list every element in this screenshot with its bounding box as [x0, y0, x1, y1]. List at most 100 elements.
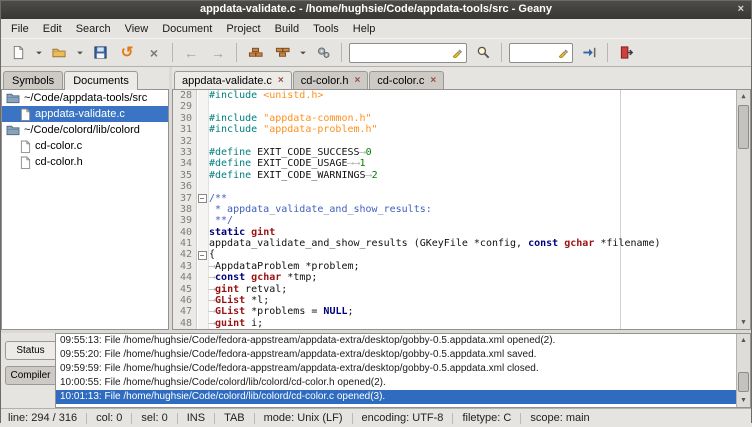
jump-to-line-button[interactable]	[576, 41, 602, 65]
code-line[interactable]: 39 **/	[173, 215, 750, 226]
scrollbar-thumb[interactable]	[738, 372, 749, 392]
code-line[interactable]: 44⟶const gchar *tmp;	[173, 272, 750, 283]
tab-close-icon[interactable]: ×	[354, 76, 360, 86]
messages-scrollbar[interactable]: ▲ ▼	[736, 334, 750, 407]
compile-button[interactable]	[242, 41, 268, 65]
code-line[interactable]: 46⟶GList *l;	[173, 295, 750, 306]
fold-toggle-icon[interactable]: −	[198, 194, 207, 203]
message-row[interactable]: 09:55:13: File /home/hughsie/Code/fedora…	[56, 334, 736, 348]
message-row[interactable]: 10:01:13: File /home/hughsie/Code/colord…	[56, 390, 736, 404]
code-line[interactable]: 45⟶gint retval;	[173, 284, 750, 295]
folder-icon	[6, 92, 20, 104]
tab-close-icon[interactable]: ×	[430, 76, 436, 86]
panel-tab-status[interactable]: Status	[5, 341, 55, 360]
menu-item-file[interactable]: File	[4, 21, 36, 37]
new-document-icon	[11, 45, 26, 60]
code-line[interactable]: 37−/**	[173, 193, 750, 204]
code-line[interactable]: 33#define EXIT_CODE_SUCCESS⟶0	[173, 147, 750, 158]
statusbar-separator	[352, 413, 353, 424]
message-row[interactable]: 09:59:59: File /home/hughsie/Code/fedora…	[56, 362, 736, 376]
tree-folder-row[interactable]: ~/Code/appdata-tools/src	[2, 90, 168, 106]
code-line[interactable]: 47⟶GList *problems = NULL;	[173, 306, 750, 317]
code-line[interactable]: 34#define EXIT_CODE_USAGE⟶⟶1	[173, 158, 750, 169]
menu-item-build[interactable]: Build	[268, 21, 306, 37]
fold-margin	[195, 136, 209, 147]
code-editor[interactable]: 28#include <unistd.h>2930#include "appda…	[172, 89, 751, 330]
execute-button[interactable]	[310, 41, 336, 65]
sidebar-tab-documents[interactable]: Documents	[64, 71, 138, 90]
quit-button[interactable]	[613, 41, 639, 65]
code-line[interactable]: 32	[173, 136, 750, 147]
code-segment: <unistd.h>	[263, 90, 323, 101]
code-line[interactable]: 42−{	[173, 249, 750, 260]
menu-item-view[interactable]: View	[118, 21, 156, 37]
open-dropdown[interactable]	[73, 41, 86, 65]
code-segment: #include	[209, 113, 263, 124]
statusbar-item: sel: 0	[141, 412, 167, 424]
menu-item-search[interactable]: Search	[69, 21, 118, 37]
code-segment: #define	[209, 147, 257, 158]
code-text: #include "appdata-common.h"	[209, 113, 372, 124]
code-line[interactable]: 31#include "appdata-problem.h"	[173, 124, 750, 135]
search-input[interactable]	[353, 45, 452, 61]
editor-scrollbar[interactable]: ▲ ▼	[736, 90, 750, 329]
code-line[interactable]: 30#include "appdata-common.h"	[173, 113, 750, 124]
scroll-down-icon[interactable]: ▼	[737, 316, 750, 329]
menu-item-help[interactable]: Help	[346, 21, 383, 37]
search-button[interactable]	[470, 41, 496, 65]
toolbar-separator	[236, 43, 237, 62]
fold-toggle-icon[interactable]: −	[198, 251, 207, 260]
scroll-up-icon[interactable]: ▲	[737, 334, 750, 347]
tree-file-row[interactable]: cd-color.h	[2, 154, 168, 170]
window-close-icon[interactable]: ×	[738, 1, 744, 18]
dropdown-arrow-icon	[76, 45, 84, 60]
tree-file-row[interactable]: cd-color.c	[2, 138, 168, 154]
build-button[interactable]	[269, 41, 295, 65]
message-row[interactable]: 09:55:20: File /home/hughsie/Code/fedora…	[56, 348, 736, 362]
navigate-forward-button[interactable]: →	[205, 41, 231, 65]
menu-item-tools[interactable]: Tools	[306, 21, 346, 37]
code-line[interactable]: 48⟶guint i;	[173, 318, 750, 329]
panel-tab-compiler[interactable]: Compiler	[5, 366, 55, 385]
tab-close-icon[interactable]: ×	[278, 76, 284, 86]
tree-folder-row[interactable]: ~/Code/colord/lib/colord	[2, 122, 168, 138]
statusbar-item: filetype: C	[462, 412, 511, 424]
toolbar-separator	[501, 43, 502, 62]
titlebar[interactable]: appdata-validate.c - /home/hughsie/Code/…	[1, 1, 751, 19]
editor-tab-cd-color.h[interactable]: cd-color.h×	[293, 71, 369, 89]
statusbar: line: 294 / 316col: 0sel: 0INSTABmode: U…	[1, 408, 751, 427]
tree-file-row[interactable]: appdata-validate.c	[2, 106, 168, 122]
code-line[interactable]: 40static gint	[173, 227, 750, 238]
sidebar-tab-symbols[interactable]: Symbols	[3, 71, 63, 89]
scrollbar-thumb[interactable]	[738, 105, 749, 149]
menu-item-document[interactable]: Document	[155, 21, 219, 37]
editor-tab-appdata-validate.c[interactable]: appdata-validate.c×	[174, 71, 292, 90]
new-dropdown[interactable]	[32, 41, 45, 65]
goto-line-input[interactable]	[513, 45, 558, 61]
code-segment: guint	[215, 318, 245, 329]
scroll-up-icon[interactable]: ▲	[737, 90, 750, 103]
status-messages: 09:55:13: File /home/hughsie/Code/fedora…	[55, 333, 751, 408]
navigate-back-button[interactable]: ←	[178, 41, 204, 65]
line-number: 45	[173, 284, 195, 295]
open-button[interactable]	[46, 41, 72, 65]
code-line[interactable]: 41appdata_validate_and_show_results (GKe…	[173, 238, 750, 249]
message-row[interactable]: 10:00:55: File /home/hughsie/Code/colord…	[56, 376, 736, 390]
main-area: SymbolsDocuments ~/Code/appdata-tools/sr…	[1, 67, 751, 330]
scroll-down-icon[interactable]: ▼	[737, 394, 750, 407]
code-line[interactable]: 35#define EXIT_CODE_WARNINGS⟶2	[173, 170, 750, 181]
revert-button[interactable]: ↺	[114, 41, 140, 65]
tree-item-label: cd-color.c	[35, 140, 82, 152]
editor-tab-cd-color.c[interactable]: cd-color.c×	[369, 71, 444, 89]
code-line[interactable]: 43⟶AppdataProblem *problem;	[173, 261, 750, 272]
code-line[interactable]: 36	[173, 181, 750, 192]
build-dropdown[interactable]	[296, 41, 309, 65]
new-button[interactable]	[5, 41, 31, 65]
code-line[interactable]: 28#include <unistd.h>	[173, 90, 750, 101]
save-button[interactable]	[87, 41, 113, 65]
code-line[interactable]: 29	[173, 101, 750, 112]
menu-item-edit[interactable]: Edit	[36, 21, 69, 37]
close-file-button[interactable]: ×	[141, 41, 167, 65]
menu-item-project[interactable]: Project	[219, 21, 267, 37]
code-line[interactable]: 38 * appdata_validate_and_show_results:	[173, 204, 750, 215]
